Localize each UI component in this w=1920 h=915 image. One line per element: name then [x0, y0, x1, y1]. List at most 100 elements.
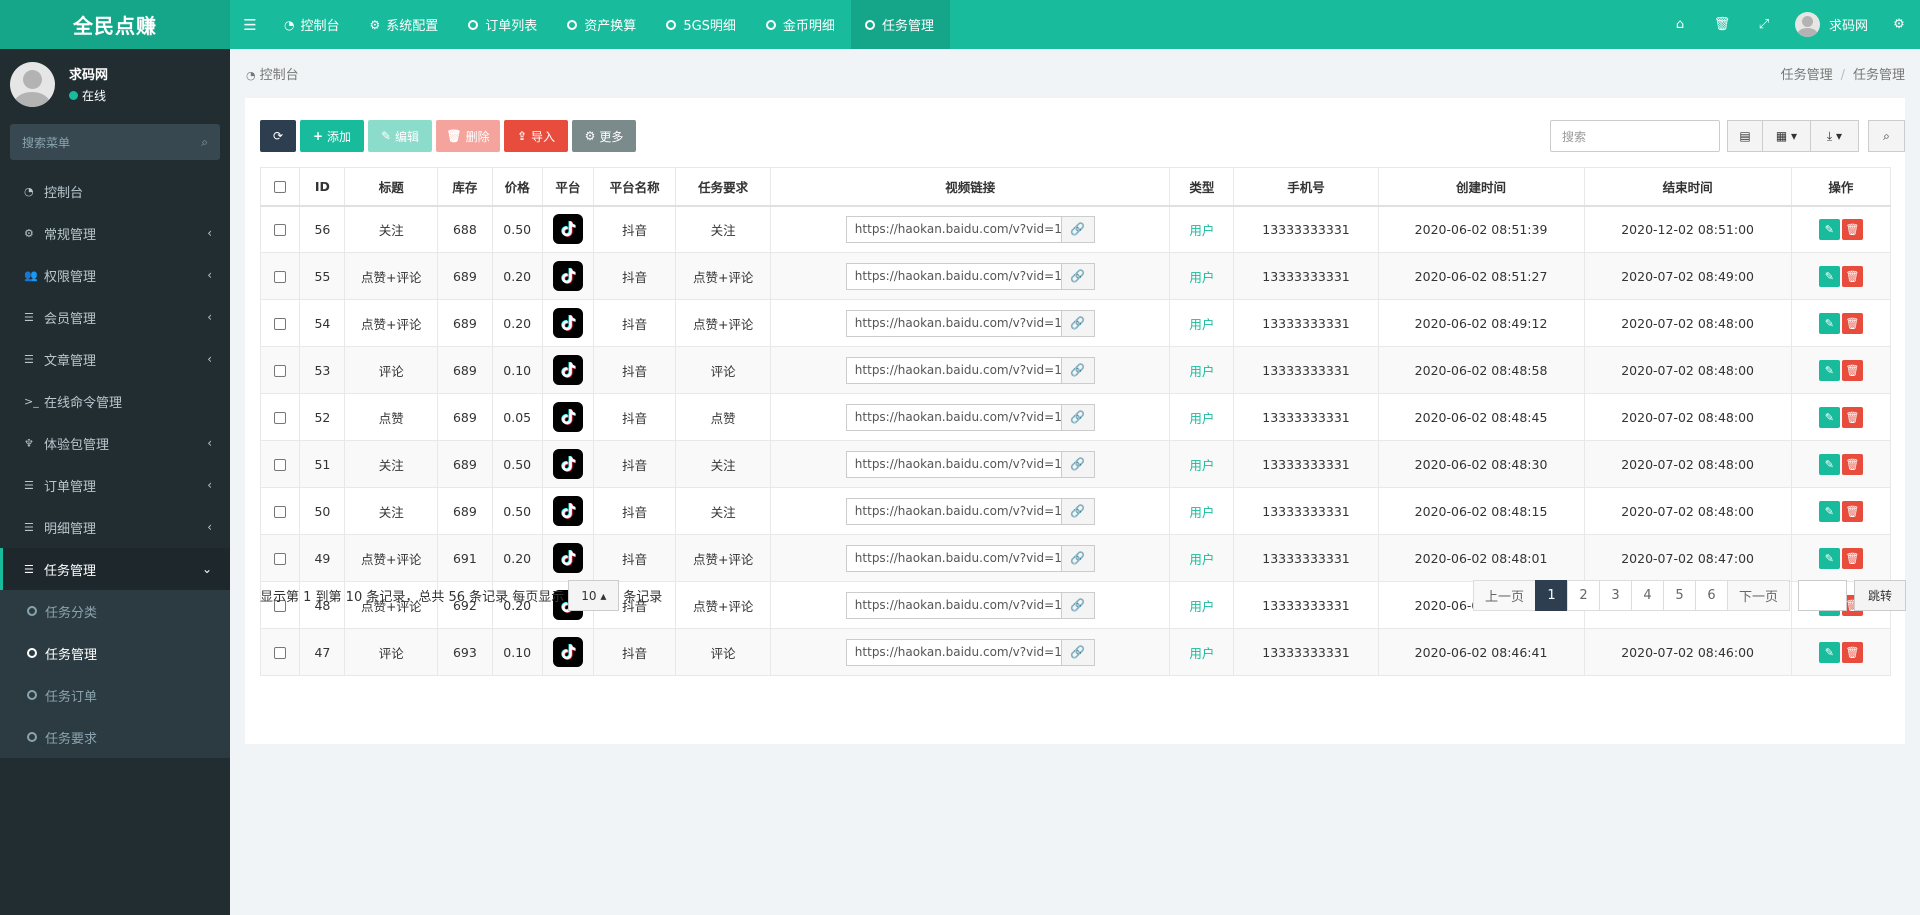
row-edit-button[interactable]: ✎ — [1818, 265, 1840, 287]
add-button[interactable]: + 添加 — [300, 120, 364, 152]
open-link-button[interactable]: 🔗 — [1061, 215, 1095, 243]
open-link-button[interactable]: 🔗 — [1061, 309, 1095, 337]
select-all-checkbox[interactable] — [274, 181, 287, 194]
row-delete-button[interactable]: 🗑 — [1841, 406, 1863, 428]
column-header[interactable]: 平台 — [541, 167, 595, 207]
user-menu[interactable]: 求码网 — [1785, 12, 1878, 37]
row-edit-button[interactable]: ✎ — [1818, 453, 1840, 475]
tab-3[interactable]: 订单列表 — [454, 0, 553, 49]
column-header[interactable]: 平台名称 — [592, 167, 677, 207]
row-checkbox[interactable] — [274, 647, 287, 659]
row-edit-button[interactable]: ✎ — [1818, 500, 1840, 522]
video-link-input[interactable]: https://haokan.baidu.com/v?vid=1030 — [845, 356, 1062, 384]
advanced-search-button[interactable]: ⌕ — [1868, 120, 1905, 152]
table-search-input[interactable]: 搜索 — [1550, 120, 1720, 152]
sidebar-item-9[interactable]: ☰ 明细管理 ‹ — [0, 506, 230, 548]
row-edit-button[interactable]: ✎ — [1818, 218, 1840, 240]
open-link-button[interactable]: 🔗 — [1061, 638, 1095, 666]
row-checkbox[interactable] — [274, 271, 287, 283]
submenu-item-1[interactable]: 任务分类 — [0, 590, 230, 632]
row-checkbox[interactable] — [274, 553, 287, 565]
row-delete-button[interactable]: 🗑 — [1841, 453, 1863, 475]
video-link-input[interactable]: https://haokan.baidu.com/v?vid=1030 — [845, 497, 1062, 525]
row-edit-button[interactable]: ✎ — [1818, 641, 1840, 663]
column-header[interactable]: 类型 — [1169, 167, 1235, 207]
video-link-input[interactable]: https://haokan.baidu.com/v?vid=1030 — [845, 544, 1062, 572]
page-size-select[interactable]: 10 ▴ — [568, 580, 620, 611]
column-header[interactable]: ID — [299, 167, 346, 207]
video-link-input[interactable]: https://haokan.baidu.com/v?vid=1030 — [845, 638, 1062, 666]
video-link-input[interactable]: https://haokan.baidu.com/v?vid=1030 — [845, 215, 1062, 243]
row-edit-button[interactable]: ✎ — [1818, 312, 1840, 334]
video-link-input[interactable]: https://haokan.baidu.com/v?vid=1030 — [845, 591, 1062, 619]
page-6-button[interactable]: 6 — [1695, 580, 1728, 611]
more-button[interactable]: ⚙ 更多 — [572, 120, 636, 152]
refresh-button[interactable]: ⟳ — [260, 120, 296, 152]
column-header[interactable]: 任务要求 — [675, 167, 772, 207]
tab-2[interactable]: ⚙ 系统配置 — [356, 0, 455, 49]
sidebar-item-1[interactable]: ◔ 控制台 — [0, 170, 230, 212]
delete-button[interactable]: 🗑 删除 — [436, 120, 500, 152]
sidebar-item-5[interactable]: ☰ 文章管理 ‹ — [0, 338, 230, 380]
open-link-button[interactable]: 🔗 — [1061, 356, 1095, 384]
page-1-button[interactable]: 1 — [1535, 580, 1568, 611]
breadcrumb-item[interactable]: 任务管理 — [1781, 68, 1833, 83]
search-icon[interactable]: ⌕ — [201, 135, 208, 150]
tab-4[interactable]: 资产换算 — [553, 0, 652, 49]
column-header[interactable]: 库存 — [437, 167, 493, 207]
row-delete-button[interactable]: 🗑 — [1841, 359, 1863, 381]
row-checkbox[interactable] — [274, 412, 287, 424]
table-row[interactable]: 47 评论 693 0.10 抖音 评论 https://haokan.baidu.com/… — [259, 628, 1892, 676]
import-button[interactable]: ⇪ 导入 — [504, 120, 568, 152]
table-row[interactable]: 53 评论 689 0.10 抖音 评论 https://haokan.baidu.com/… — [259, 346, 1892, 394]
page-2-button[interactable]: 2 — [1567, 580, 1600, 611]
sidebar-item-10[interactable]: ☰ 任务管理 ⌄ — [0, 548, 230, 590]
sidebar-item-4[interactable]: ☰ 会员管理 ‹ — [0, 296, 230, 338]
open-link-button[interactable]: 🔗 — [1061, 497, 1095, 525]
tab-7[interactable]: 任务管理 — [850, 0, 950, 49]
tab-6[interactable]: 金币明细 — [752, 0, 851, 49]
next-page-button[interactable]: 下一页 — [1727, 580, 1790, 611]
open-link-button[interactable]: 🔗 — [1061, 262, 1095, 290]
sidebar-item-3[interactable]: 👥 权限管理 ‹ — [0, 254, 230, 296]
sidebar-item-2[interactable]: ⚙ 常规管理 ‹ — [0, 212, 230, 254]
jump-button[interactable]: 跳转 — [1854, 580, 1906, 611]
open-link-button[interactable]: 🔗 — [1061, 450, 1095, 478]
column-header[interactable]: 创建时间 — [1377, 167, 1585, 207]
table-row[interactable]: 55 点赞+评论 689 0.20 抖音 点赞+评论 https://haokan.baid… — [259, 252, 1892, 300]
row-checkbox[interactable] — [274, 365, 287, 377]
row-delete-button[interactable]: 🗑 — [1841, 547, 1863, 569]
jump-page-input[interactable] — [1798, 580, 1847, 611]
columns-button[interactable]: ▦ ▾ — [1762, 120, 1811, 152]
video-link-input[interactable]: https://haokan.baidu.com/v?vid=1030 — [845, 450, 1062, 478]
brand-logo[interactable]: 全民点赚 — [0, 0, 230, 49]
row-edit-button[interactable]: ✎ — [1818, 359, 1840, 381]
page-4-button[interactable]: 4 — [1631, 580, 1664, 611]
submenu-item-3[interactable]: 任务订单 — [0, 674, 230, 716]
table-row[interactable]: 52 点赞 689 0.05 抖音 点赞 https://haokan.baidu.com/… — [259, 393, 1892, 441]
row-edit-button[interactable]: ✎ — [1818, 406, 1840, 428]
sidebar-search-input[interactable]: 搜索菜单 ⌕ — [10, 124, 220, 160]
sidebar-item-8[interactable]: ☰ 订单管理 ‹ — [0, 464, 230, 506]
video-link-input[interactable]: https://haokan.baidu.com/v?vid=1030 — [845, 403, 1062, 431]
trash-icon[interactable]: 🗑 — [1701, 17, 1743, 32]
prev-page-button[interactable]: 上一页 — [1473, 580, 1536, 611]
sidebar-item-6[interactable]: >_ 在线命令管理 — [0, 380, 230, 422]
open-link-button[interactable]: 🔗 — [1061, 591, 1095, 619]
open-link-button[interactable]: 🔗 — [1061, 544, 1095, 572]
video-link-input[interactable]: https://haokan.baidu.com/v?vid=1030 — [845, 309, 1062, 337]
sidebar-toggle-icon[interactable]: ☰ — [230, 0, 270, 49]
column-header[interactable]: 结束时间 — [1583, 167, 1792, 207]
table-row[interactable]: 50 关注 689 0.50 抖音 关注 https://haokan.baidu.com/… — [259, 487, 1892, 535]
page-5-button[interactable]: 5 — [1663, 580, 1696, 611]
submenu-item-2[interactable]: 任务管理 — [0, 632, 230, 674]
open-link-button[interactable]: 🔗 — [1061, 403, 1095, 431]
export-button[interactable]: ⤓ ▾ — [1810, 120, 1859, 152]
breadcrumb-home[interactable]: 控制台 — [260, 68, 299, 83]
column-header[interactable]: 标题 — [344, 167, 439, 207]
row-checkbox[interactable] — [274, 318, 287, 330]
toggle-view-button[interactable]: ▤ — [1727, 120, 1763, 152]
column-header[interactable]: 操作 — [1790, 167, 1892, 207]
column-header[interactable]: 价格 — [491, 167, 543, 207]
tab-5[interactable]: 5GS明细 — [652, 0, 752, 49]
